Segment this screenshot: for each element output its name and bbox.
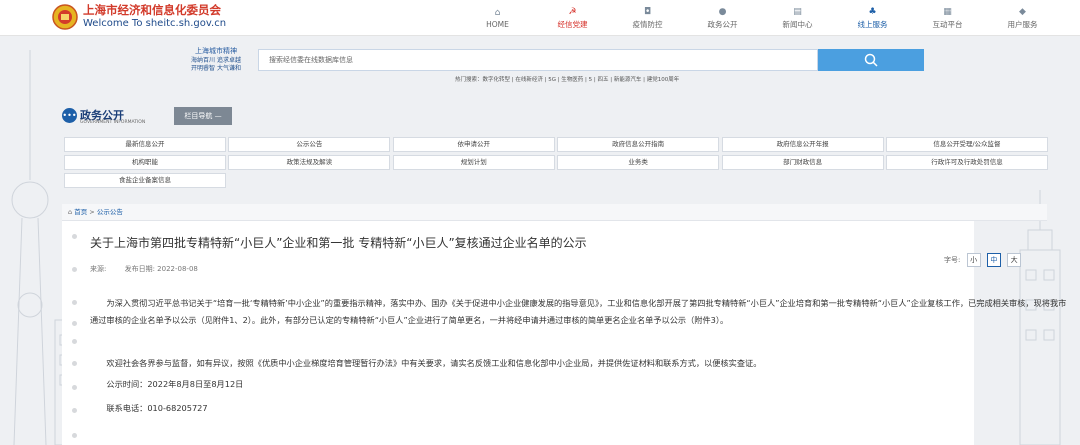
bullet-dot (72, 339, 77, 344)
city-spirit-line: 开明睿智 大气谦和 (191, 65, 241, 72)
brand-name-cn: 上海市经济和信息化委员会 (83, 3, 221, 17)
nav-item-gov-info[interactable]: ● 政务公开 (685, 0, 760, 36)
category-annual-report[interactable]: 政府信息公开年报 (721, 137, 884, 152)
article-title: 关于上海市第四批专精特新“小巨人”企业和第一批 专精特新“小巨人”复核通过企业名… (90, 236, 587, 250)
column-nav-button[interactable]: 栏目导航 — (174, 107, 232, 125)
site-brand[interactable]: 上海市经济和信息化委员会 Welcome To sheitc.sh.gov.cn (83, 4, 226, 30)
nav-item-home[interactable]: ⌂ HOME (460, 0, 535, 36)
article-paragraph: 欢迎社会各界参与监督，如有异议，按照《优质中小企业梯度培育管理暂行办法》中有关要… (106, 358, 762, 368)
nav-label: 互动平台 (932, 19, 963, 29)
emblem-icon[interactable] (52, 4, 78, 30)
city-spirit-title: 上海城市精神 (195, 47, 237, 55)
font-size-large-button[interactable]: 大 (1007, 253, 1022, 267)
breadcrumb-current[interactable]: 公示公告 (97, 208, 123, 216)
font-size-medium-button[interactable]: 中 (986, 253, 1001, 267)
article-paragraph: 为深入贯彻习近平总书记关于“培育一批‘专精特新’中小企业”的重要指示精神，落实中… (90, 298, 1067, 325)
nav-label: 疫情防控 (632, 19, 663, 29)
bullet-dot (72, 300, 77, 305)
bullet-dot (72, 385, 77, 390)
brand-name-en: Welcome To sheitc.sh.gov.cn (83, 18, 227, 29)
user-icon: ◆ (1019, 6, 1026, 17)
font-size-label: 字号: (944, 256, 961, 264)
nav-label: 线上服务 (857, 19, 888, 29)
category-business[interactable]: 业务类 (557, 155, 720, 170)
party-icon: ☭ (568, 6, 577, 17)
city-spirit-label: 上海城市精神 海纳百川 追求卓越 开明睿智 大气谦和 (185, 47, 247, 73)
font-size-small-button[interactable]: 小 (966, 253, 981, 267)
category-licensing[interactable]: 行政许可及行政处罚信息 (885, 155, 1048, 170)
home-icon[interactable]: ⌂ (68, 208, 72, 216)
interact-icon: ▦ (943, 6, 952, 17)
chat-bubble-icon: ••• (62, 108, 77, 123)
breadcrumb-separator: > (89, 208, 95, 216)
category-grid: 最新信息公开 公示公告 依申请公开 政府信息公开指南 政府信息公开年报 信息公开… (64, 137, 1048, 188)
category-finance[interactable]: 部门财政信息 (721, 155, 884, 170)
search-icon (864, 53, 878, 67)
breadcrumb: ⌂ 首页 > 公示公告 (62, 204, 1047, 221)
search-button[interactable] (818, 49, 924, 71)
article-publicity-period: 公示时间：2022年8月8日至8月12日 (106, 379, 244, 389)
bullet-dot (72, 234, 77, 239)
article-date: 发布日期: 2022-08-08 (124, 265, 198, 273)
article-contact-phone: 联系电话：010-68205727 (106, 403, 208, 413)
nav-item-party[interactable]: ☭ 经信党建 (535, 0, 610, 36)
chat-icon: ● (718, 6, 727, 17)
search-input[interactable]: 搜索经信委在线数据库信息 (258, 49, 818, 71)
nav-item-online-service[interactable]: ♣ 线上服务 (835, 0, 910, 36)
nav-label: 用户服务 (1007, 19, 1038, 29)
breadcrumb-home[interactable]: 首页 (74, 208, 87, 216)
nav-item-news[interactable]: ▤ 新闻中心 (760, 0, 835, 36)
category-latest-info[interactable]: 最新信息公开 (64, 137, 226, 152)
nav-label: HOME (486, 19, 509, 29)
nav-label: 经信党建 (557, 19, 588, 29)
shield-icon: ◘ (643, 6, 652, 17)
main-nav: ⌂ HOME ☭ 经信党建 ◘ 疫情防控 ● 政务公开 ▤ 新闻中心 ♣ 线上服… (460, 0, 1060, 36)
hot-search-links[interactable]: 热门搜索：数字化转型 | 在线新经济 | 5G | 生物医药 | 5 | 四五 … (455, 75, 679, 83)
section-subtitle: GOVERNMENT INFORMATION (80, 120, 146, 125)
bullet-dot (72, 321, 77, 326)
service-icon: ♣ (868, 6, 877, 17)
bullet-dot (72, 408, 77, 413)
nav-item-user-service[interactable]: ◆ 用户服务 (985, 0, 1060, 36)
category-salt-enterprise[interactable]: 食盐企业备案信息 (64, 173, 226, 188)
nav-label: 政务公开 (707, 19, 738, 29)
article-source: 来源: (90, 265, 107, 273)
bullet-dot (72, 361, 77, 366)
font-size-switcher: 字号: 小 中 大 (944, 253, 1022, 267)
news-icon: ▤ (793, 6, 802, 17)
article-panel: 关于上海市第四批专精特新“小巨人”企业和第一批 专精特新“小巨人”复核通过企业名… (62, 221, 1066, 445)
category-guide[interactable]: 政府信息公开指南 (557, 137, 720, 152)
site-header: 上海市经济和信息化委员会 Welcome To sheitc.sh.gov.cn… (0, 0, 1080, 36)
home-icon: ⌂ (494, 7, 501, 18)
article-meta: 来源: 发布日期: 2022-08-08 (90, 264, 198, 274)
nav-item-interaction[interactable]: ▦ 互动平台 (910, 0, 985, 36)
category-on-request[interactable]: 依申请公开 (392, 137, 555, 152)
search-area: 上海城市精神 海纳百川 追求卓越 开明睿智 大气谦和 搜索经信委在线数据库信息 … (185, 47, 925, 91)
bullet-dot (72, 433, 77, 438)
category-announcements[interactable]: 公示公告 (228, 137, 391, 152)
category-functions[interactable]: 机构职能 (64, 155, 226, 170)
city-spirit-line: 海纳百川 追求卓越 (191, 57, 241, 64)
bullet-dot (72, 267, 77, 272)
category-policies[interactable]: 政策法规及解读 (228, 155, 391, 170)
nav-label: 新闻中心 (782, 19, 813, 29)
category-supervision[interactable]: 信息公开受理/公众监督 (885, 137, 1048, 152)
category-plans[interactable]: 规划计划 (392, 155, 555, 170)
nav-item-epidemic[interactable]: ◘ 疫情防控 (610, 0, 685, 36)
